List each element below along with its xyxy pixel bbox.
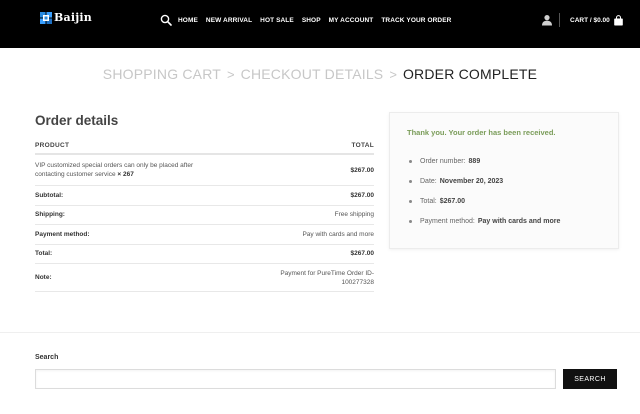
bullet-icon	[409, 179, 412, 183]
step-shopping-cart[interactable]: SHOPPING CART	[103, 66, 221, 82]
logo-mark-icon	[40, 11, 52, 24]
footer-divider	[0, 332, 640, 333]
product-total: $267.00	[350, 166, 375, 174]
total-value: $267.00	[350, 250, 375, 258]
search-input[interactable]	[35, 369, 556, 389]
product-quantity: × 267	[117, 171, 134, 178]
chevron-right-icon: >	[389, 67, 397, 82]
nav-track-order[interactable]: TRACK YOUR ORDER	[381, 17, 451, 24]
main-nav: HOME NEW ARRIVAL HOT SALE SHOP MY ACCOUN…	[160, 14, 459, 26]
payment-method-value: Pay with cards and more	[302, 230, 374, 238]
order-received-message: Thank you. Your order has been received.	[407, 128, 556, 137]
table-row-payment-method: Payment method: Pay with cards and more	[35, 225, 374, 245]
site-header: Baijin HOME NEW ARRIVAL HOT SALE SHOP MY…	[0, 0, 640, 48]
order-date-label: Date:	[420, 177, 437, 185]
order-number-label: Order number:	[420, 157, 466, 165]
product-name[interactable]: VIP customized special orders can only b…	[35, 161, 193, 179]
order-number-item: Order number: 889	[407, 151, 560, 171]
search-label: Search	[35, 354, 59, 361]
total-label: Total:	[35, 250, 53, 258]
order-total-label: Total:	[420, 197, 437, 205]
order-total-value: $267.00	[439, 197, 466, 205]
bullet-icon	[409, 219, 412, 223]
order-received-box: Thank you. Your order has been received.…	[389, 112, 619, 249]
step-order-complete: ORDER COMPLETE	[402, 66, 538, 82]
bullet-icon	[409, 199, 412, 203]
note-line1: Payment for PureTime Order ID-	[280, 269, 374, 277]
shopping-bag-icon	[613, 15, 623, 26]
table-header: PRODUCT TOTAL	[35, 138, 374, 155]
note-value: Payment for PureTime Order ID- 100277328	[280, 269, 374, 287]
order-date-value: November 20, 2023	[439, 177, 504, 185]
search-button[interactable]: SEARCH	[563, 369, 617, 389]
subtotal-label: Subtotal:	[35, 191, 64, 199]
table-row-product: VIP customized special orders can only b…	[35, 155, 374, 186]
order-payment-item: Payment method: Pay with cards and more	[407, 211, 560, 231]
search-icon[interactable]	[160, 14, 172, 26]
shipping-value: Free shipping	[334, 211, 374, 219]
user-account-icon[interactable]	[541, 14, 553, 26]
note-label: Note:	[35, 274, 52, 281]
order-details-table: PRODUCT TOTAL VIP customized special ord…	[35, 138, 374, 292]
order-overview-list: Order number: 889 Date: November 20, 2023 …	[407, 151, 560, 231]
order-details-title: Order details	[35, 113, 119, 128]
bullet-icon	[409, 159, 412, 163]
nav-my-account[interactable]: MY ACCOUNT	[329, 17, 374, 24]
column-header-product: PRODUCT	[35, 142, 70, 149]
subtotal-value: $267.00	[350, 191, 375, 199]
order-number-value: 889	[468, 157, 481, 165]
order-payment-value: Pay with cards and more	[477, 217, 561, 225]
shipping-label: Shipping:	[35, 211, 65, 219]
table-row-note: Note: Payment for PureTime Order ID- 100…	[35, 264, 374, 292]
nav-hot-sale[interactable]: HOT SALE	[260, 17, 294, 24]
product-name-line1: VIP customized special orders can only b…	[35, 162, 194, 169]
checkout-steps: SHOPPING CART > CHECKOUT DETAILS > ORDER COM…	[0, 66, 640, 82]
step-checkout-details[interactable]: CHECKOUT DETAILS	[241, 66, 384, 82]
cart-label: CART / $0.00	[570, 17, 610, 24]
table-row-subtotal: Subtotal: $267.00	[35, 186, 374, 206]
chevron-right-icon: >	[227, 67, 235, 82]
nav-shop[interactable]: SHOP	[302, 17, 321, 24]
order-total-item: Total: $267.00	[407, 191, 560, 211]
product-name-line2: contacting customer service	[35, 171, 116, 178]
note-line2: 100277328	[341, 278, 374, 286]
table-row-shipping: Shipping: Free shipping	[35, 206, 374, 225]
cart-link[interactable]: CART / $0.00	[570, 15, 624, 26]
nav-home[interactable]: HOME	[178, 17, 198, 24]
order-payment-label: Payment method:	[420, 217, 475, 225]
order-date-item: Date: November 20, 2023	[407, 171, 560, 191]
table-row-total: Total: $267.00	[35, 245, 375, 264]
logo-text: Baijin	[54, 11, 92, 24]
nav-new-arrival[interactable]: NEW ARRIVAL	[206, 17, 252, 24]
site-logo[interactable]: Baijin	[40, 11, 92, 24]
payment-method-label: Payment method:	[35, 230, 90, 238]
column-header-total: TOTAL	[351, 142, 374, 149]
header-divider	[559, 13, 560, 27]
